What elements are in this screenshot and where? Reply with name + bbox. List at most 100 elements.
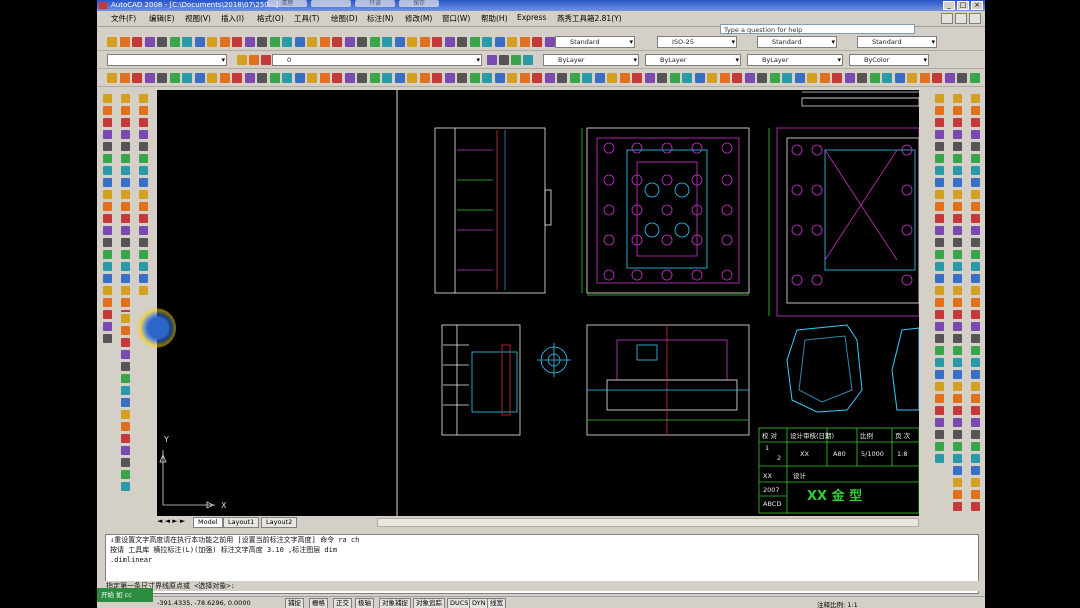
snap-toggle[interactable]: 捕捉 <box>285 598 304 608</box>
tab-layout1[interactable]: Layout1 <box>223 517 260 528</box>
toolbar-button-icon[interactable] <box>971 430 980 439</box>
toolbar-button-icon[interactable] <box>935 298 944 307</box>
toolbar-button-icon[interactable] <box>207 73 217 83</box>
toolbar-button-icon[interactable] <box>121 154 130 163</box>
toolbar-button-icon[interactable] <box>935 238 944 247</box>
toolbar-button-icon[interactable] <box>121 106 130 115</box>
toolbar-button-icon[interactable] <box>953 178 962 187</box>
toolbar-button-icon[interactable] <box>119 73 130 83</box>
toolbar-button-icon[interactable] <box>971 154 980 163</box>
toolbar-button-icon[interactable] <box>971 466 980 475</box>
toolbar-button-icon[interactable] <box>244 37 255 47</box>
toolbar-button-icon[interactable] <box>121 286 130 295</box>
toolbar-button-icon[interactable] <box>935 214 944 223</box>
toolbar-button-icon[interactable] <box>144 73 155 83</box>
toolbar-button-icon[interactable] <box>121 226 130 235</box>
toolbar-button-icon[interactable] <box>169 73 180 83</box>
toolbar-button-icon[interactable] <box>219 73 230 83</box>
toolbar-button-icon[interactable] <box>935 418 944 427</box>
toolbar-button-icon[interactable] <box>394 37 405 47</box>
toolbar-button-icon[interactable] <box>935 202 944 211</box>
toolbar-button-icon[interactable] <box>971 382 980 391</box>
toolbar-button-icon[interactable] <box>971 322 980 331</box>
toolbar-button-icon[interactable] <box>657 73 667 83</box>
toolbar-button-icon[interactable] <box>269 73 280 83</box>
toolbar-button-icon[interactable] <box>557 73 567 83</box>
toolbar-button-icon[interactable] <box>971 94 980 103</box>
toolbar-button-icon[interactable] <box>257 37 267 47</box>
toolbar-button-icon[interactable] <box>139 154 148 163</box>
toolbar-button-icon[interactable] <box>132 73 142 83</box>
toolbar-button-icon[interactable] <box>935 118 944 127</box>
toolbar-button-icon[interactable] <box>482 37 492 47</box>
toolbar-button-icon[interactable] <box>369 73 380 83</box>
toolbar-button-icon[interactable] <box>103 130 112 139</box>
lineweight-combo[interactable]: ByLayer <box>747 54 843 66</box>
toolbar-button-icon[interactable] <box>121 130 130 139</box>
toolbar-button-icon[interactable] <box>344 73 355 83</box>
toolbar-button-icon[interactable] <box>971 118 980 127</box>
toolbar-button-icon[interactable] <box>219 37 230 47</box>
toolbar-button-icon[interactable] <box>769 73 780 83</box>
toolbar-button-icon[interactable] <box>919 73 930 83</box>
toolbar-button-icon[interactable] <box>139 250 148 259</box>
toolbar-button-icon[interactable] <box>744 73 755 83</box>
toolbar-button-icon[interactable] <box>953 226 962 235</box>
toolbar-button-icon[interactable] <box>121 326 130 335</box>
toolbar-button-icon[interactable] <box>971 190 980 199</box>
toolbar-button-icon[interactable] <box>682 73 692 83</box>
toolbar-button-icon[interactable] <box>971 442 980 451</box>
osnap-toggle[interactable]: 对象捕捉 <box>379 598 411 608</box>
toolbar-button-icon[interactable] <box>953 310 962 319</box>
toolbar-button-icon[interactable] <box>971 370 980 379</box>
toolbar-button-icon[interactable] <box>971 238 980 247</box>
toolbar-button-icon[interactable] <box>807 73 817 83</box>
toolbar-button-icon[interactable] <box>121 350 130 359</box>
menu-file[interactable]: 文件(F) <box>111 13 136 24</box>
toolbar-button-icon[interactable] <box>935 442 944 451</box>
dim-style-combo[interactable]: ISO-25 <box>657 36 737 48</box>
toolbar-button-icon[interactable] <box>935 430 944 439</box>
toolbar-button-icon[interactable] <box>121 178 130 187</box>
toolbar-button-icon[interactable] <box>282 37 292 47</box>
toolbar-button-icon[interactable] <box>953 358 962 367</box>
toolbar-button-icon[interactable] <box>121 274 130 283</box>
toolbar-button-icon[interactable] <box>103 154 112 163</box>
toolbar-button-icon[interactable] <box>953 118 962 127</box>
ghost-tab[interactable]: 只读 <box>355 0 395 7</box>
toolbar-button-icon[interactable] <box>932 73 942 83</box>
menu-express[interactable]: Express <box>517 13 546 22</box>
toolbar-button-icon[interactable] <box>694 73 705 83</box>
toolbar-button-icon[interactable] <box>935 106 944 115</box>
toolbar-button-icon[interactable] <box>935 358 944 367</box>
toolbar-button-icon[interactable] <box>139 94 148 103</box>
toolbar-button-icon[interactable] <box>257 73 267 83</box>
toolbar-button-icon[interactable] <box>971 202 980 211</box>
toolbar-button-icon[interactable] <box>121 202 130 211</box>
toolbar-button-icon[interactable] <box>757 73 767 83</box>
toolbar-button-icon[interactable] <box>294 37 305 47</box>
toolbar-button-icon[interactable] <box>244 73 255 83</box>
toolbar-button-icon[interactable] <box>953 262 962 271</box>
help-search-input[interactable]: Type a question for help <box>720 24 915 34</box>
toolbar-button-icon[interactable] <box>103 310 112 319</box>
toolbar-button-icon[interactable] <box>953 406 962 415</box>
minimize-icon[interactable]: _ <box>943 1 955 10</box>
toolbar-button-icon[interactable] <box>969 73 980 83</box>
command-window[interactable]: ↓重设置文字高度请在执行本功能之前用 [设置当前标注文字高度] 命令 ra ch… <box>98 534 985 594</box>
toolbar-button-icon[interactable] <box>953 382 962 391</box>
menu-format[interactable]: 格式(O) <box>257 13 284 24</box>
toolbar-button-icon[interactable] <box>644 73 655 83</box>
polar-toggle[interactable]: 极轴 <box>355 598 374 608</box>
toolbar-button-icon[interactable] <box>953 214 962 223</box>
toolbar-button-icon[interactable] <box>935 334 944 343</box>
toolbar-button-icon[interactable] <box>261 55 271 65</box>
toolbar-button-icon[interactable] <box>935 130 944 139</box>
toolbar-button-icon[interactable] <box>953 394 962 403</box>
toolbar-button-icon[interactable] <box>794 73 805 83</box>
toolbar-button-icon[interactable] <box>103 214 112 223</box>
toolbar-button-icon[interactable] <box>819 73 830 83</box>
toolbar-button-icon[interactable] <box>103 286 112 295</box>
toolbar-button-icon[interactable] <box>139 190 148 199</box>
toolbar-button-icon[interactable] <box>582 73 592 83</box>
